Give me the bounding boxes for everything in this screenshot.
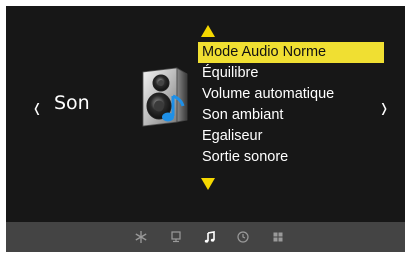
clock-icon[interactable]	[235, 229, 251, 245]
section-title: Son	[54, 92, 90, 114]
speaker-icon	[133, 66, 195, 128]
monitor-icon[interactable]	[168, 229, 184, 245]
scroll-down-arrow-icon[interactable]	[201, 178, 215, 190]
category-tab-bar	[6, 222, 405, 252]
menu-item-volume-automatique[interactable]: Volume automatique	[198, 84, 384, 105]
menu-item-equilibre[interactable]: Équilibre	[198, 63, 384, 84]
snowflake-icon[interactable]	[133, 229, 149, 245]
previous-category-arrow-icon[interactable]: ❬	[32, 101, 42, 115]
menu-item-sortie-sonore[interactable]: Sortie sonore	[198, 147, 384, 168]
music-note-icon[interactable]	[202, 229, 218, 245]
menu-item-mode-audio[interactable]: Mode Audio Norme	[198, 42, 384, 63]
scroll-up-arrow-icon[interactable]	[201, 25, 215, 37]
grid-icon[interactable]	[270, 229, 286, 245]
menu-item-son-ambiant[interactable]: Son ambiant	[198, 105, 384, 126]
tv-sound-menu-screen: ❬ Son ❭ Mode Audio Norme Équilibre Volum…	[6, 6, 405, 252]
sound-settings-menu: Mode Audio Norme Équilibre Volume automa…	[198, 42, 384, 168]
menu-item-egaliseur[interactable]: Egaliseur	[198, 126, 384, 147]
